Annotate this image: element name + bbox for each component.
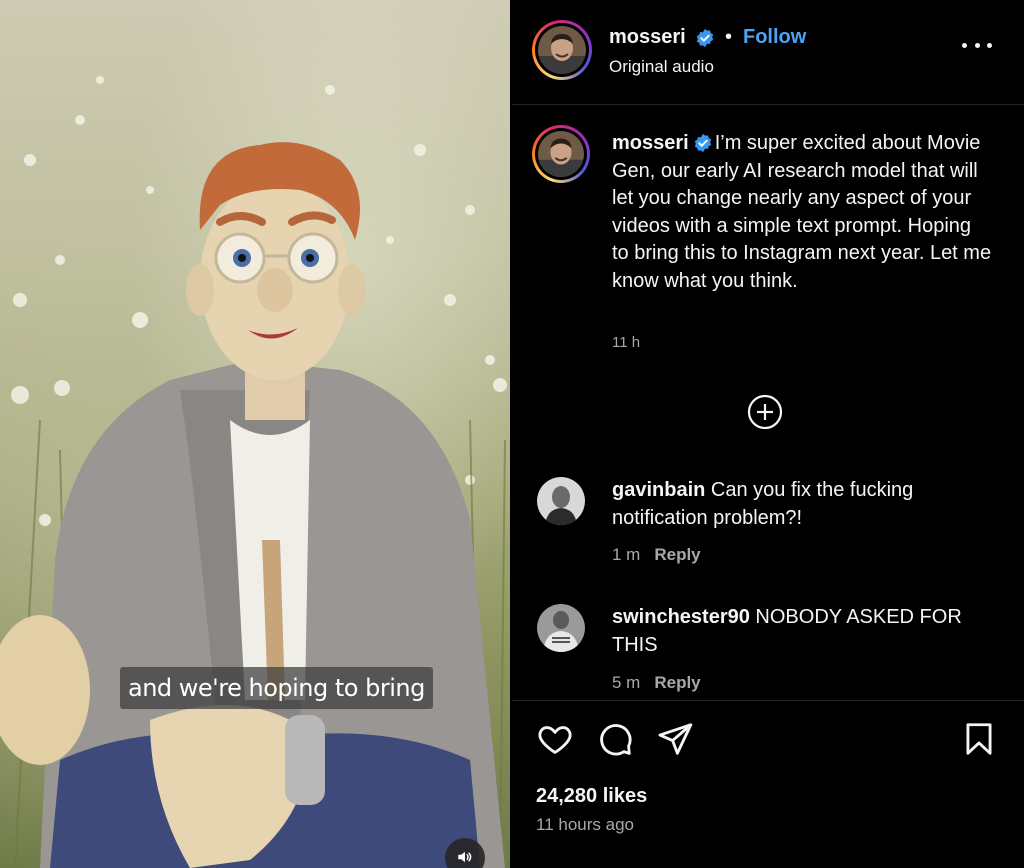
comment-username[interactable]: swinchester90 <box>612 606 750 628</box>
post-timestamp: 11 h <box>612 334 641 351</box>
post-actions-bar <box>536 720 996 762</box>
more-options-icon[interactable] <box>962 38 992 52</box>
caption-avatar <box>538 131 584 177</box>
story-ring[interactable] <box>532 20 592 80</box>
comment-button[interactable] <box>596 720 634 758</box>
reel-video[interactable]: and we're hoping to bring <box>0 0 510 868</box>
paper-plane-icon <box>658 723 693 755</box>
comment-time: 5 m <box>612 673 641 692</box>
caption-verified-badge-icon <box>689 133 715 153</box>
speaker-icon <box>458 851 472 863</box>
load-more-comments-button[interactable] <box>747 394 783 430</box>
header-separator: • <box>725 26 733 48</box>
like-button[interactable] <box>536 720 574 758</box>
speech-bubble-icon <box>600 724 632 756</box>
header-divider <box>512 104 1024 105</box>
post-date: 11 hours ago <box>536 815 634 834</box>
header-username[interactable]: mosseri <box>609 26 686 49</box>
like-count[interactable]: 24,280 likes <box>536 785 647 808</box>
share-button[interactable] <box>656 720 694 758</box>
verified-badge-icon <box>695 28 715 53</box>
actions-divider <box>512 700 1024 701</box>
reply-button[interactable]: Reply <box>654 673 700 692</box>
post-side-panel: mosseri • Follow Original audio mosseri I… <box>512 0 1024 868</box>
original-audio-link[interactable]: Original audio <box>609 57 714 77</box>
comment-username[interactable]: gavinbain <box>612 479 705 501</box>
post-caption: mosseri I’m super excited about Movie Gen… <box>612 130 992 295</box>
comment-meta: 5 m Reply <box>612 673 701 693</box>
comment-item: swinchester90 NOBODY ASKED FOR THIS <box>612 604 1002 659</box>
comment-item: gavinbain Can you fix the fucking notifi… <box>612 477 1002 532</box>
comment-avatar[interactable] <box>537 477 585 525</box>
heart-icon <box>538 726 572 754</box>
follow-button[interactable]: Follow <box>743 26 806 49</box>
caption-username[interactable]: mosseri <box>612 132 689 154</box>
video-frame-illustration <box>0 76 507 868</box>
bookmark-icon <box>966 723 992 755</box>
video-caption: and we're hoping to bring <box>120 667 433 709</box>
caption-text: I’m super excited about Movie Gen, our e… <box>612 132 992 292</box>
comment-time: 1 m <box>612 545 641 564</box>
comment-meta: 1 m Reply <box>612 545 701 565</box>
comment-avatar[interactable] <box>537 604 585 652</box>
caption-story-ring[interactable] <box>532 125 590 183</box>
reply-button[interactable]: Reply <box>654 545 700 564</box>
avatar <box>538 26 586 74</box>
plus-circle-icon <box>747 394 783 430</box>
save-button[interactable] <box>960 720 998 758</box>
